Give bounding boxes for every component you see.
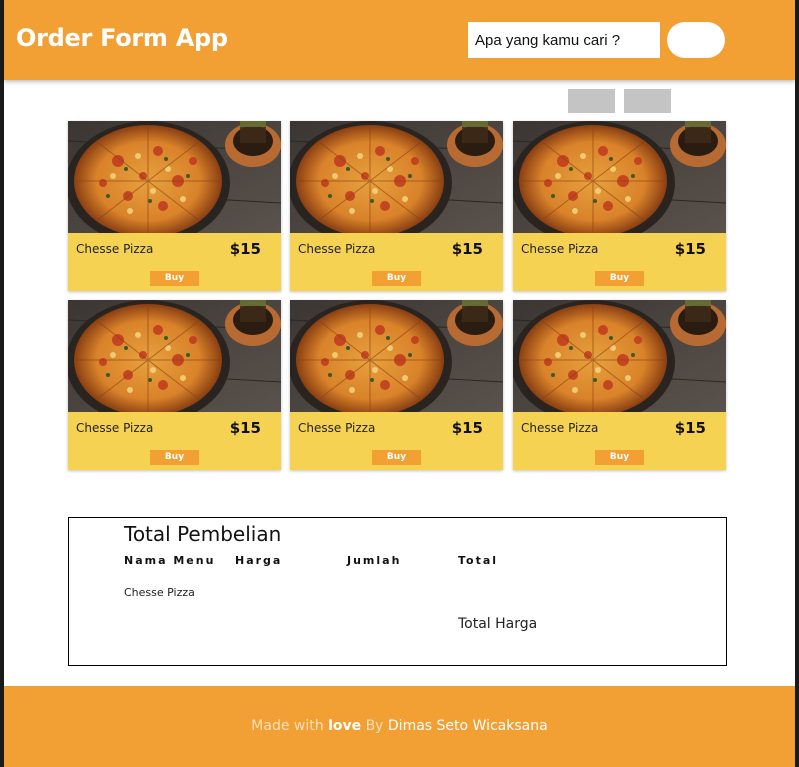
footer-made-with: Made with (251, 718, 324, 734)
search-button[interactable] (667, 22, 725, 58)
product-name: Chesse Pizza (76, 242, 154, 256)
app-frame: Order Form App Apa yang kamu cari ? Ches… (4, 0, 795, 767)
product-card: Chesse Pizza $15 Buy (68, 300, 281, 470)
order-summary: Total Pembelian Nama Menu Harga Jumlah T… (68, 517, 727, 666)
product-card: Chesse Pizza $15 Buy (513, 121, 726, 291)
app-title: Order Form App (16, 24, 228, 52)
pizza-image (290, 300, 503, 412)
product-card: Chesse Pizza $15 Buy (513, 300, 726, 470)
footer-credit: Made with love By Dimas Seto Wicaksana (4, 718, 795, 734)
pizza-image (68, 300, 281, 412)
buy-button[interactable]: Buy (595, 450, 644, 465)
product-price: $15 (229, 419, 261, 437)
product-price: $15 (674, 419, 706, 437)
pizza-image (290, 121, 503, 233)
summary-row-name: Chesse Pizza (124, 586, 195, 599)
footer: Made with love By Dimas Seto Wicaksana (4, 686, 795, 767)
buy-button[interactable]: Buy (372, 271, 421, 286)
product-price: $15 (451, 419, 483, 437)
column-header-jumlah: Jumlah (347, 554, 402, 567)
product-price: $15 (451, 240, 483, 258)
product-name: Chesse Pizza (521, 421, 599, 435)
column-header-nama-menu: Nama Menu (124, 554, 216, 567)
product-name: Chesse Pizza (521, 242, 599, 256)
buy-button[interactable]: Buy (150, 271, 199, 286)
pager-prev-button[interactable] (568, 89, 615, 113)
buy-button[interactable]: Buy (595, 271, 644, 286)
product-name: Chesse Pizza (298, 242, 376, 256)
product-card: Chesse Pizza $15 Buy (290, 300, 503, 470)
product-card: Chesse Pizza $15 Buy (68, 121, 281, 291)
product-price: $15 (674, 240, 706, 258)
footer-love: love (328, 718, 362, 734)
total-harga-label: Total Harga (458, 616, 538, 632)
buy-button[interactable]: Buy (372, 450, 421, 465)
footer-by: By (365, 718, 384, 734)
buy-button[interactable]: Buy (150, 450, 199, 465)
product-name: Chesse Pizza (298, 421, 376, 435)
header: Order Form App (4, 0, 795, 80)
pager-next-button[interactable] (624, 89, 671, 113)
column-header-harga: Harga (235, 554, 283, 567)
product-name: Chesse Pizza (76, 421, 154, 435)
footer-author: Dimas Seto Wicaksana (387, 718, 548, 734)
product-card: Chesse Pizza $15 Buy (290, 121, 503, 291)
pizza-image (513, 300, 726, 412)
pizza-image (68, 121, 281, 233)
search-input[interactable] (468, 22, 660, 58)
product-price: $15 (229, 240, 261, 258)
pizza-image (513, 121, 726, 233)
column-header-total: Total (458, 554, 499, 567)
summary-title: Total Pembelian (124, 522, 282, 546)
